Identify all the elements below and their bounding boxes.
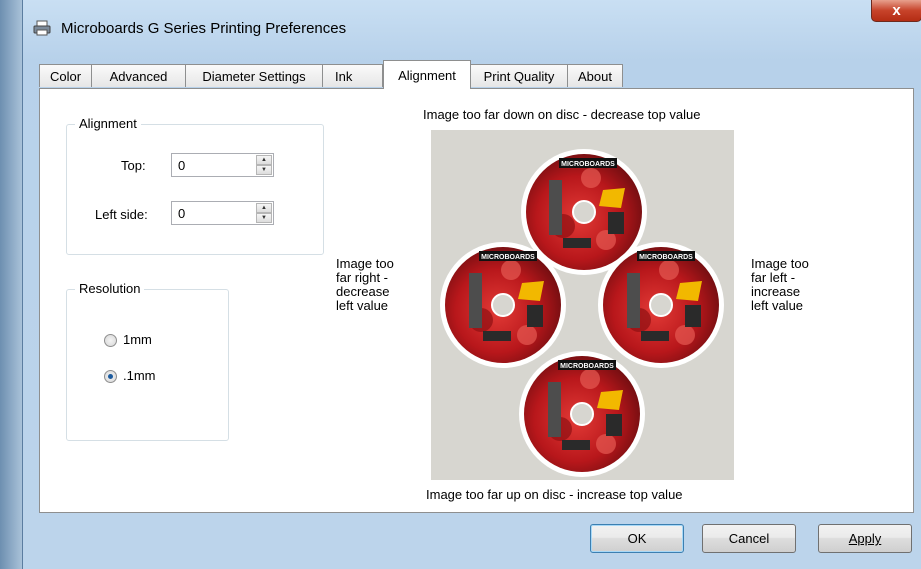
hint-right-line: left value [751, 298, 804, 313]
window-title: Microboards G Series Printing Preference… [61, 20, 347, 37]
left-spin-down-button[interactable]: ▼ [256, 213, 272, 223]
disc-logo-text: MICROBOARDS [561, 161, 615, 168]
disc-logo-text: MICROBOARDS [560, 363, 614, 370]
tab-advanced[interactable]: Advanced [91, 64, 186, 87]
disc-bottom: MICROBOARDS [519, 351, 645, 477]
hint-right-line: far left - [751, 270, 796, 285]
close-button[interactable]: x [871, 0, 921, 22]
ok-button[interactable]: OK [590, 524, 684, 553]
alignment-groupbox: Alignment [66, 116, 324, 255]
printer-icon [33, 20, 51, 36]
tab-color[interactable]: Color [39, 64, 92, 87]
tab-print-quality[interactable]: Print Quality [470, 64, 568, 87]
hint-bottom: Image too far up on disc - increase top … [426, 487, 683, 502]
arrow-up-icon: ▲ [261, 157, 267, 163]
hint-right-line: increase [751, 284, 801, 299]
resolution-groupbox: Resolution [66, 281, 229, 441]
tab-about[interactable]: About [567, 64, 623, 87]
desktop-background [0, 0, 22, 569]
left-spin-up-button[interactable]: ▲ [256, 203, 272, 213]
disc-right: MICROBOARDS [598, 242, 724, 368]
hint-right-line: Image too [751, 256, 809, 271]
apply-button[interactable]: Apply [818, 524, 912, 553]
apply-button-label: Apply [848, 531, 882, 546]
resolution-1mm-label[interactable]: 1mm [123, 332, 152, 347]
hint-left-line: left value [336, 298, 389, 313]
disc-alignment-preview: MICROBOARDS MICROBOARDS MICROBOARDS MICR… [431, 130, 734, 480]
top-label: Top: [121, 158, 146, 173]
tab-diameter-settings[interactable]: Diameter Settings [185, 64, 323, 87]
arrow-down-icon: ▼ [261, 167, 267, 173]
disc-preview-graphic: MICROBOARDS MICROBOARDS MICROBOARDS MICR… [440, 149, 724, 477]
printing-preferences-window: Microboards G Series Printing Preference… [22, 0, 921, 569]
left-side-value-spinner[interactable]: 0 ▲ ▼ [171, 201, 274, 225]
top-value-input[interactable]: 0 [178, 158, 185, 173]
top-spin-down-button[interactable]: ▼ [256, 165, 272, 175]
resolution-01mm-radio[interactable] [104, 370, 117, 383]
arrow-up-icon: ▲ [261, 205, 267, 211]
alignment-group-title: Alignment [75, 116, 141, 131]
hint-left-line: Image too [336, 256, 394, 271]
top-spin-up-button[interactable]: ▲ [256, 155, 272, 165]
resolution-group-title: Resolution [75, 281, 145, 296]
top-value-spinner[interactable]: 0 ▲ ▼ [171, 153, 274, 177]
disc-logo-text: MICROBOARDS [481, 254, 535, 261]
disc-logo-text: MICROBOARDS [639, 254, 693, 261]
left-side-label: Left side: [95, 207, 148, 222]
hint-top: Image too far down on disc - decrease to… [423, 107, 701, 122]
tab-ink[interactable]: Ink [322, 64, 383, 87]
tab-alignment[interactable]: Alignment [383, 60, 471, 89]
disc-left: MICROBOARDS [440, 242, 566, 368]
resolution-01mm-label[interactable]: .1mm [123, 368, 156, 383]
hint-right: Image too far left - increase left value [751, 257, 809, 313]
cancel-button[interactable]: Cancel [702, 524, 796, 553]
hint-left-line: decrease [336, 284, 390, 299]
resolution-1mm-radio[interactable] [104, 334, 117, 347]
hint-left-line: far right - [336, 270, 389, 285]
arrow-down-icon: ▼ [261, 215, 267, 221]
hint-left: Image too far right - decrease left valu… [336, 257, 394, 313]
left-side-value-input[interactable]: 0 [178, 206, 185, 221]
